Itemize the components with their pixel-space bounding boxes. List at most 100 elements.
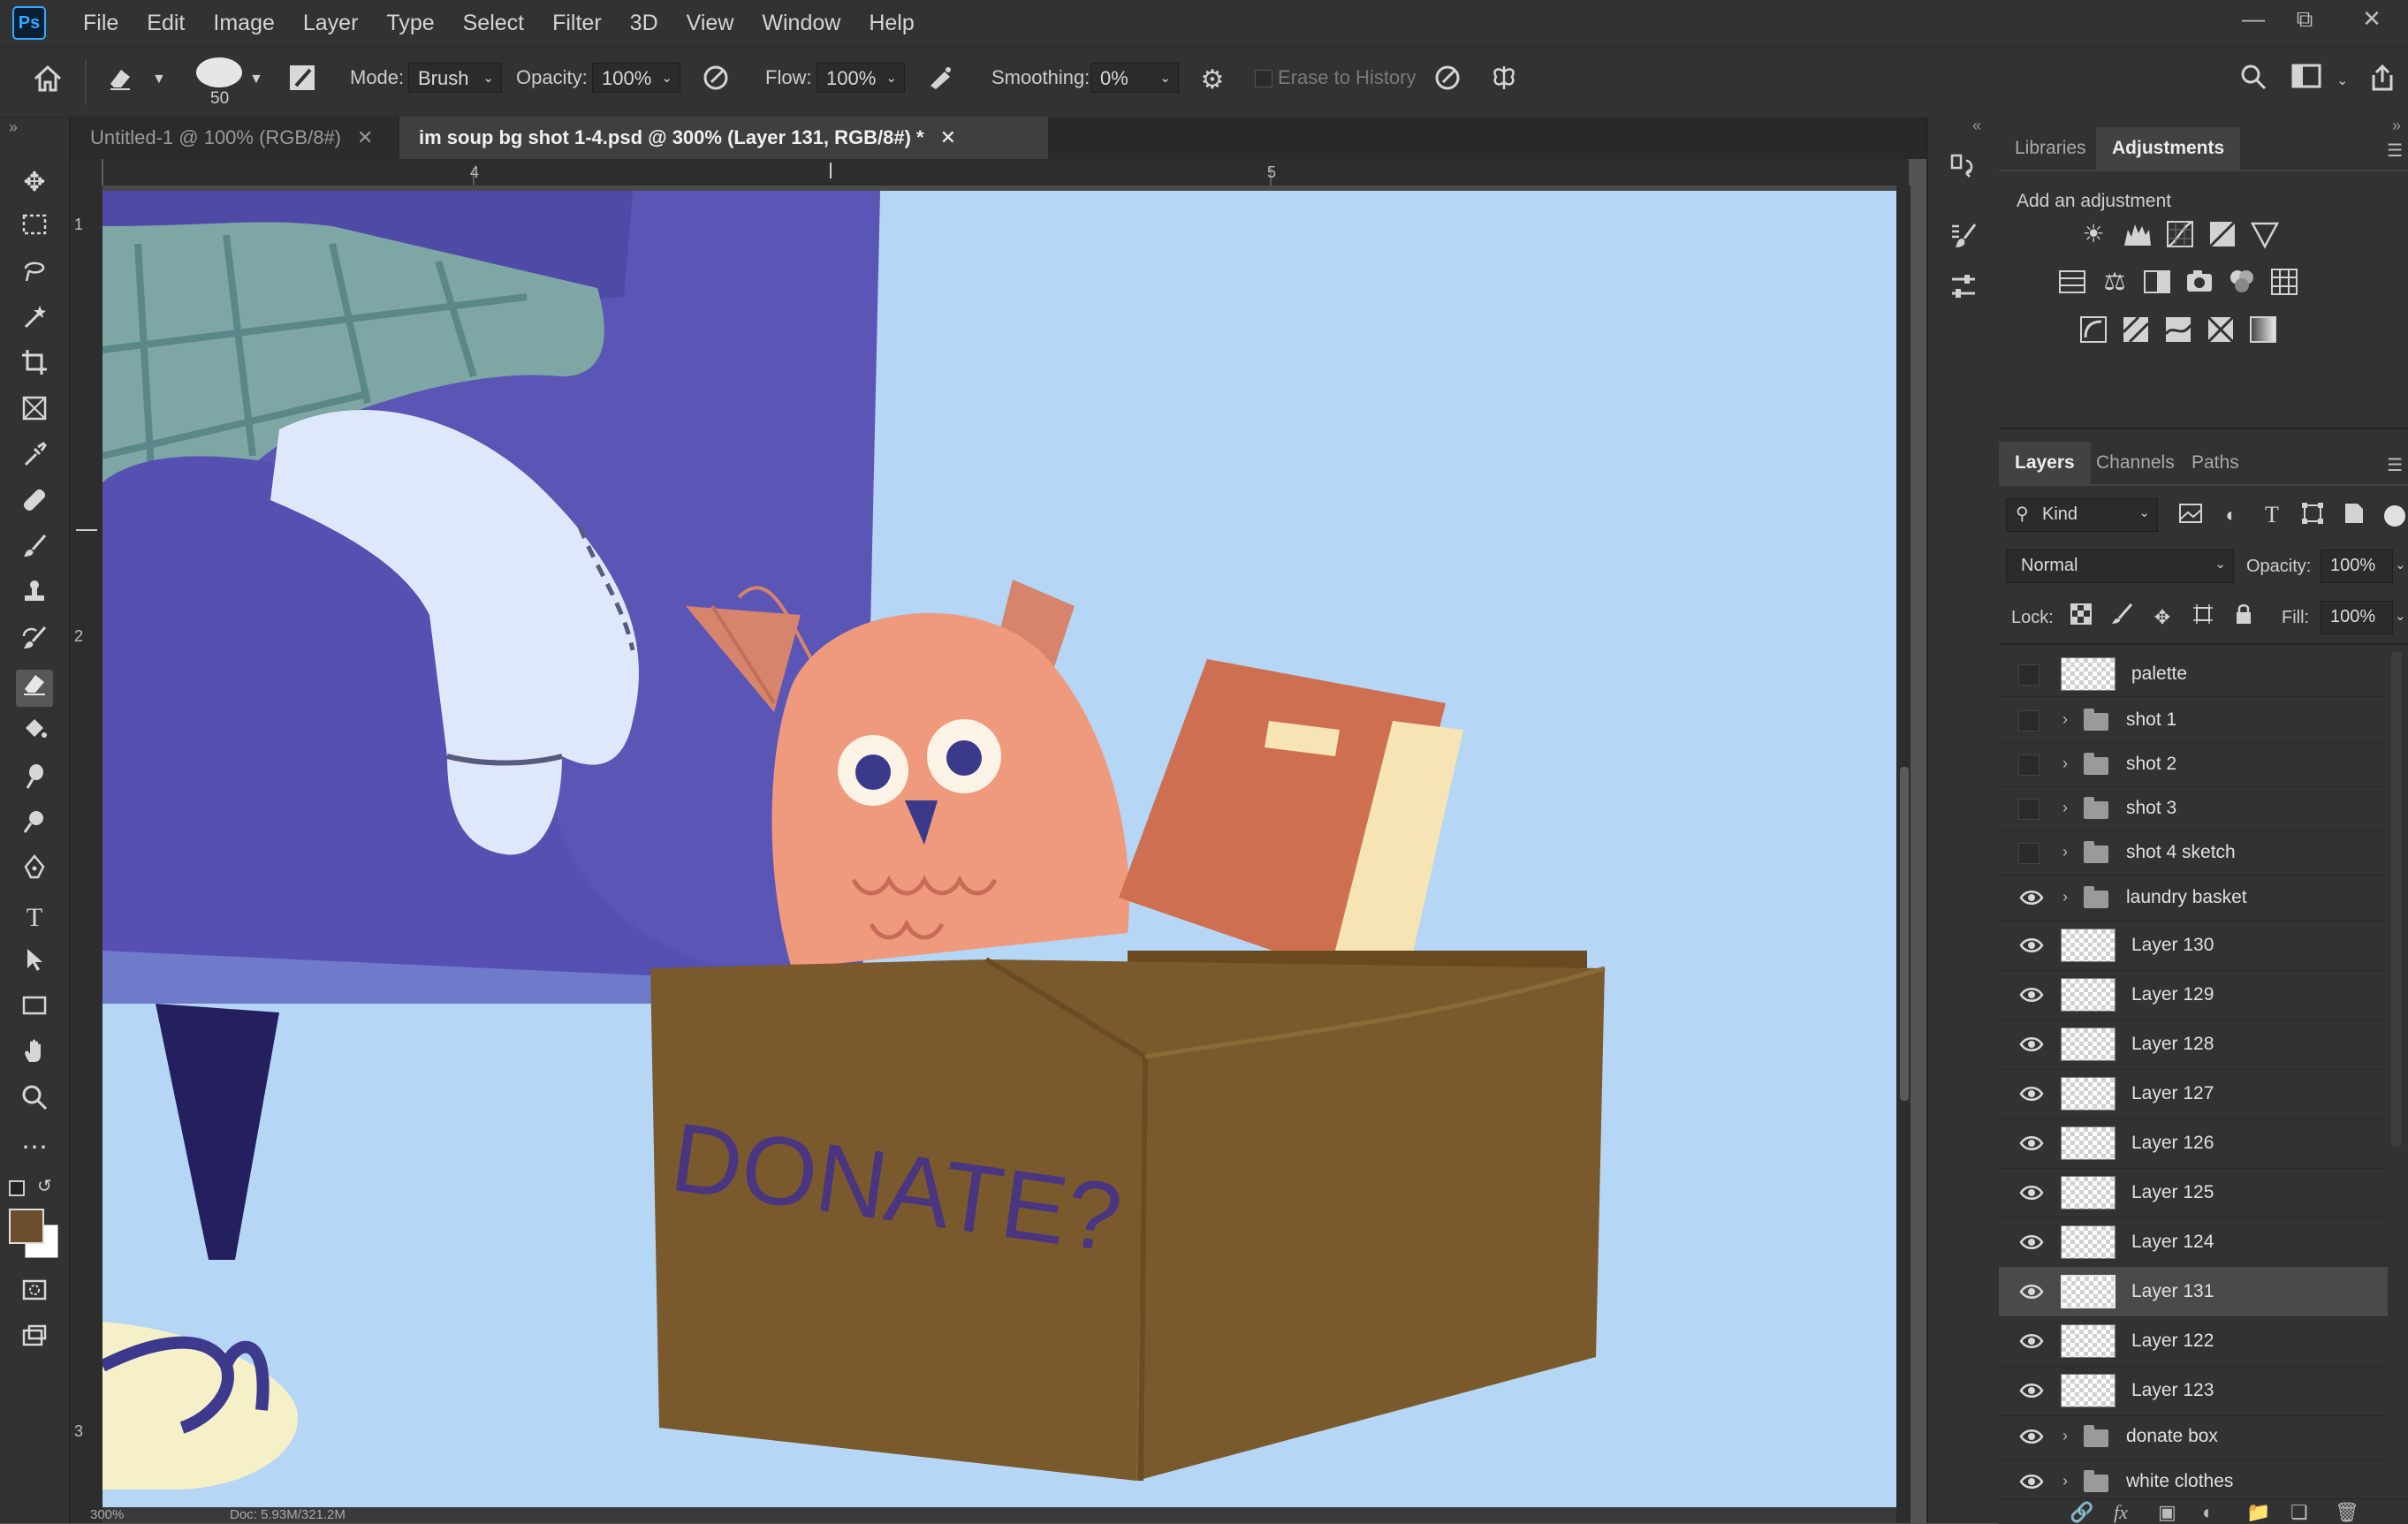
- link-layers-icon[interactable]: 🔗: [2070, 1501, 2093, 1524]
- layer-row[interactable]: Layer 126: [1999, 1118, 2388, 1169]
- eye-icon[interactable]: [2018, 933, 2045, 959]
- lasso-tool-icon[interactable]: [16, 256, 53, 293]
- layer-row[interactable]: Layer 125: [1999, 1168, 2388, 1218]
- filter-smart-object-icon[interactable]: [2338, 500, 2368, 530]
- chevron-right-icon[interactable]: ›: [2062, 799, 2068, 817]
- hue-saturation-icon[interactable]: [2057, 267, 2087, 297]
- eye-icon[interactable]: [2018, 1378, 2045, 1405]
- eye-icon[interactable]: [2018, 1032, 2045, 1058]
- path-selection-tool-icon[interactable]: [16, 945, 53, 982]
- share-icon[interactable]: [2365, 63, 2400, 98]
- panel-menu-icon[interactable]: ☰: [2387, 454, 2403, 476]
- layer-row[interactable]: Layer 127: [1999, 1069, 2388, 1119]
- tab-adjustments[interactable]: Adjustments: [2096, 127, 2241, 170]
- properties-icon[interactable]: [1944, 272, 1983, 311]
- brush-settings-icon[interactable]: [285, 63, 320, 98]
- menu-edit[interactable]: Edit: [133, 0, 199, 46]
- layer-row[interactable]: Layer 130: [1999, 921, 2388, 971]
- gradient-map-icon[interactable]: [2248, 315, 2278, 345]
- lock-all-icon[interactable]: [2229, 603, 2259, 633]
- filter-toggle[interactable]: [2384, 505, 2405, 527]
- layer-group-row[interactable]: › laundry basket: [1999, 875, 2388, 921]
- close-icon[interactable]: ✕: [2347, 0, 2397, 37]
- filter-pixel-icon[interactable]: [2176, 500, 2206, 530]
- eye-icon[interactable]: [2018, 1279, 2045, 1306]
- eye-icon[interactable]: [2018, 1180, 2045, 1207]
- home-icon[interactable]: [30, 63, 65, 98]
- layer-group-row[interactable]: › donate box: [1999, 1414, 2388, 1460]
- menu-filter[interactable]: Filter: [538, 0, 616, 46]
- fill-input[interactable]: 100%: [2321, 601, 2393, 634]
- airbrush-icon[interactable]: [923, 63, 958, 98]
- panel-menu-icon[interactable]: ☰: [2387, 140, 2403, 162]
- layer-row[interactable]: Layer 122: [1999, 1316, 2388, 1367]
- menu-view[interactable]: View: [672, 0, 748, 46]
- chevron-right-icon[interactable]: ›: [2062, 710, 2068, 729]
- eye-icon[interactable]: [2018, 982, 2045, 1009]
- lock-artboard-icon[interactable]: [2188, 603, 2218, 633]
- posterize-icon[interactable]: [2121, 315, 2151, 345]
- tab-active-document[interactable]: im soup bg shot 1-4.psd @ 300% (Layer 13…: [399, 117, 1048, 159]
- selective-color-icon[interactable]: [2206, 315, 2236, 345]
- layer-opacity-input[interactable]: 100%: [2321, 550, 2393, 583]
- hand-tool-icon[interactable]: [16, 1037, 53, 1074]
- color-balance-icon[interactable]: ⚖: [2100, 267, 2130, 297]
- eye-icon[interactable]: [2018, 1329, 2045, 1355]
- exposure-icon[interactable]: [2207, 219, 2237, 249]
- layer-row[interactable]: palette: [1999, 652, 2388, 697]
- lock-pixels-icon[interactable]: [2107, 603, 2137, 633]
- new-layer-icon[interactable]: ❏: [2290, 1501, 2308, 1524]
- eye-icon[interactable]: [2018, 885, 2045, 912]
- brush-presets-icon[interactable]: [1944, 221, 1983, 260]
- chevron-down-icon[interactable]: ⌄: [2395, 608, 2406, 624]
- vibrance-icon[interactable]: [2250, 219, 2280, 249]
- visibility-toggle[interactable]: [2018, 843, 2040, 864]
- chevron-right-icon[interactable]: ›: [2062, 888, 2068, 906]
- zoom-tool-icon[interactable]: [16, 1083, 53, 1120]
- collapse-icon[interactable]: »: [2392, 117, 2401, 135]
- canvas-scroll-thumb[interactable]: [1900, 767, 1909, 1101]
- mode-select[interactable]: Brush ⌄: [408, 63, 502, 93]
- artwork[interactable]: DONATE?: [103, 191, 1896, 1516]
- photo-filter-icon[interactable]: [2184, 267, 2214, 297]
- tab-paths[interactable]: Paths: [2176, 442, 2255, 484]
- layer-row[interactable]: Layer 123: [1999, 1366, 2388, 1416]
- crop-tool-icon[interactable]: [16, 348, 53, 385]
- healing-brush-tool-icon[interactable]: [16, 486, 53, 523]
- rectangle-tool-icon[interactable]: [16, 991, 53, 1028]
- menu-3d[interactable]: 3D: [616, 0, 672, 46]
- chevron-down-icon[interactable]: ⌄: [2395, 557, 2406, 572]
- quick-mask-icon[interactable]: [16, 1276, 53, 1313]
- stamp-tool-icon[interactable]: [16, 578, 53, 615]
- brush-preview[interactable]: [196, 57, 242, 87]
- layer-row[interactable]: Layer 124: [1999, 1217, 2388, 1268]
- lock-transparency-icon[interactable]: [2066, 603, 2096, 633]
- marquee-tool-icon[interactable]: [16, 210, 53, 247]
- blend-mode-select[interactable]: Normal ⌄: [2006, 550, 2234, 583]
- layer-row[interactable]: Layer 129: [1999, 970, 2388, 1020]
- filter-shape-icon[interactable]: [2298, 500, 2328, 530]
- invert-icon[interactable]: [2078, 315, 2108, 345]
- eye-icon[interactable]: [2018, 1131, 2045, 1157]
- lock-position-icon[interactable]: ✥: [2147, 603, 2177, 633]
- chevron-right-icon[interactable]: ›: [2062, 754, 2068, 773]
- collapse-icon[interactable]: «: [1972, 117, 1981, 135]
- opacity-input[interactable]: 100% ⌄: [592, 63, 680, 93]
- menu-select[interactable]: Select: [449, 0, 538, 46]
- filter-adjustment-icon[interactable]: ◐: [2216, 500, 2246, 530]
- restore-icon[interactable]: ⧉: [2280, 0, 2329, 37]
- pressure-size-icon[interactable]: [1430, 63, 1465, 98]
- menu-window[interactable]: Window: [748, 0, 855, 46]
- eye-icon[interactable]: [2018, 1230, 2045, 1256]
- layer-group-row[interactable]: › shot 3: [1999, 786, 2388, 831]
- add-mask-icon[interactable]: ▣: [2158, 1501, 2176, 1524]
- flow-input[interactable]: 100% ⌄: [817, 63, 905, 93]
- eraser-tool-icon[interactable]: [103, 63, 138, 98]
- brush-tool-icon[interactable]: [16, 532, 53, 569]
- history-brush-tool-icon[interactable]: [16, 624, 53, 661]
- close-tab-icon[interactable]: ✕: [940, 126, 956, 148]
- eraser-tool-icon[interactable]: [16, 670, 53, 707]
- menu-image[interactable]: Image: [199, 0, 288, 46]
- curves-icon[interactable]: [2165, 219, 2195, 249]
- search-icon[interactable]: [2236, 63, 2271, 98]
